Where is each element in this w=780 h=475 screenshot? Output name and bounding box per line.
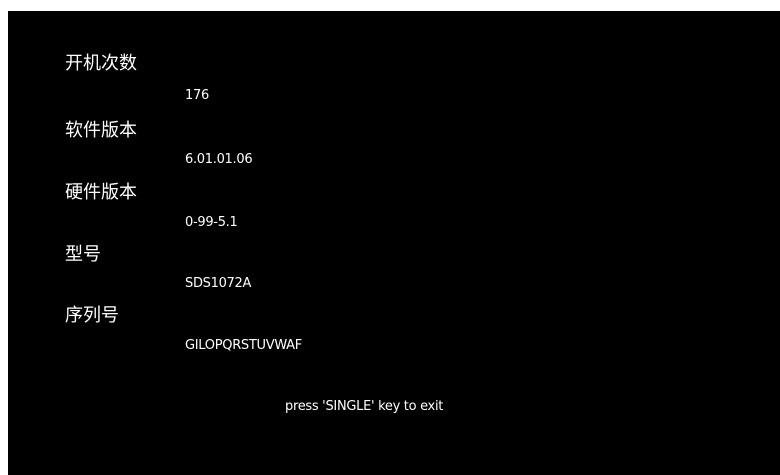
software-version-label: 软件版本 [65, 120, 137, 141]
serial-number-value: GILOPQRSTUVWAF [185, 338, 302, 353]
hardware-version-value: 0-99-5.1 [185, 215, 238, 230]
serial-number-label: 序列号 [65, 305, 119, 326]
software-version-value: 6.01.01.06 [185, 152, 253, 167]
boot-count-label: 开机次数 [65, 53, 137, 74]
hardware-version-label: 硬件版本 [65, 182, 137, 203]
boot-count-value: 176 [185, 88, 209, 103]
model-label: 型号 [65, 244, 101, 265]
system-info-screen: 开机次数 176 软件版本 6.01.01.06 硬件版本 0-99-5.1 型… [8, 11, 780, 475]
model-value: SDS1072A [185, 276, 252, 291]
exit-hint: press 'SINGLE' key to exit [285, 399, 444, 414]
